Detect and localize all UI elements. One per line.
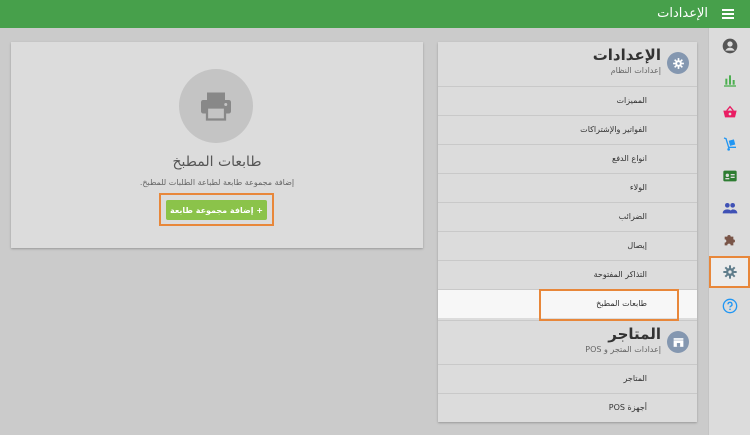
section-subtitle: إعدادات المتجر و POS — [585, 345, 661, 354]
settings-item-payment-types[interactable]: انواع الدفع — [438, 144, 697, 173]
stores-settings-header: المتاجر إعدادات المتجر و POS — [438, 320, 697, 365]
rail-item-account[interactable] — [709, 30, 750, 62]
settings-item-stores[interactable]: المتاجر — [438, 364, 697, 393]
card-title: طابعات المطبخ — [172, 154, 262, 170]
rail-item-integrations[interactable] — [709, 224, 750, 256]
people-icon — [722, 203, 737, 214]
section-title: الإعدادات — [592, 46, 661, 64]
rail-item-items[interactable] — [709, 128, 750, 160]
store-icon — [667, 331, 689, 353]
printer-icon-circle — [179, 69, 253, 143]
rail-item-employees[interactable] — [709, 192, 750, 224]
rail-item-help[interactable] — [709, 290, 750, 322]
dolly-icon — [723, 137, 736, 151]
help-circle-icon — [722, 298, 737, 314]
puzzle-icon — [724, 235, 735, 246]
contact-card-icon — [722, 170, 737, 182]
button-highlight — [159, 193, 274, 226]
basket-icon — [722, 105, 737, 118]
bar-chart-icon — [723, 75, 736, 87]
settings-item-features[interactable]: المميزات — [438, 86, 697, 115]
settings-item-taxes[interactable]: الضرائب — [438, 202, 697, 231]
settings-item-billing[interactable]: الفواتير والإشتراكات — [438, 115, 697, 144]
account-circle-icon — [722, 38, 737, 54]
card-description: إضافة مجموعة طابعة لطباعة الطلبات للمطبخ… — [139, 178, 295, 187]
rail-item-settings[interactable] — [709, 256, 750, 288]
settings-item-loyalty[interactable]: الولاء — [438, 173, 697, 202]
menu-item-highlight — [539, 289, 679, 321]
section-subtitle: إعدادات النظام — [610, 66, 661, 75]
rail-item-reports[interactable] — [709, 64, 750, 96]
gear-icon — [722, 265, 737, 279]
rail-item-sales[interactable] — [709, 96, 750, 128]
gear-icon — [667, 52, 689, 74]
top-app-bar: الإعدادات — [0, 0, 750, 28]
hamburger-menu-icon[interactable] — [722, 9, 734, 19]
rail-item-customers[interactable] — [709, 160, 750, 192]
system-settings-header: الإعدادات إعدادات النظام — [438, 42, 697, 86]
settings-item-open-tickets[interactable]: التذاكر المفتوحة — [438, 260, 697, 289]
settings-item-pos-devices[interactable]: أجهزة POS — [438, 393, 697, 422]
settings-panel: الإعدادات إعدادات النظام المميزات الفوات… — [438, 42, 697, 422]
navigation-rail — [708, 28, 750, 435]
page-title: الإعدادات — [657, 6, 708, 21]
section-title: المتاجر — [608, 325, 661, 343]
settings-item-receipt[interactable]: إيصال — [438, 231, 697, 260]
printer-icon — [201, 92, 231, 121]
